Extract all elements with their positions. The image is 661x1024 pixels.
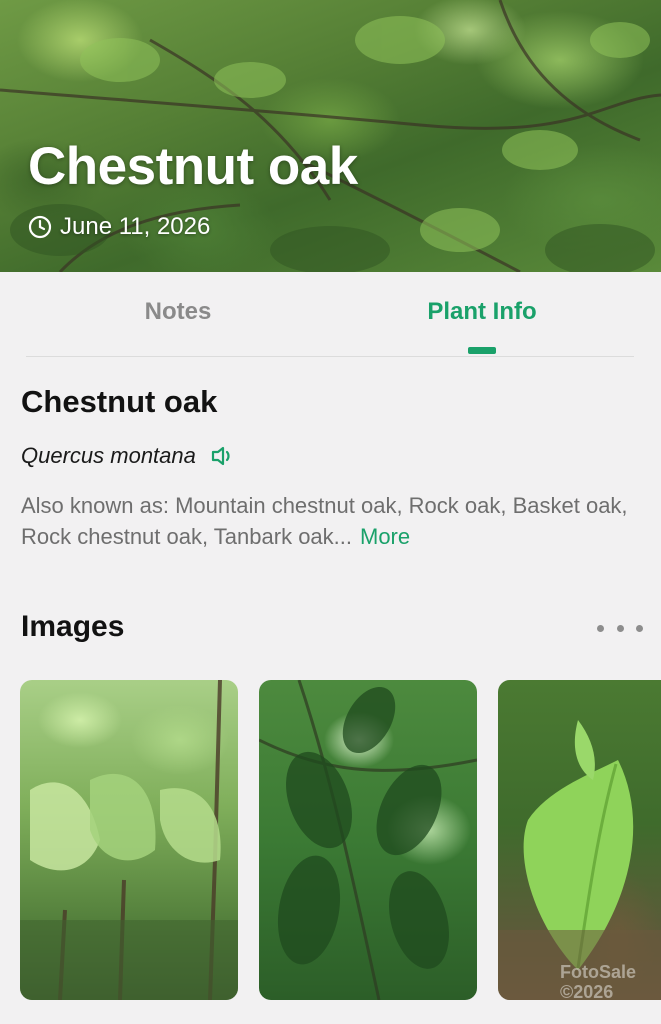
tab-plant-info[interactable]: Plant Info [386,294,578,330]
speaker-icon[interactable] [210,444,236,468]
plant-detail-card: Notes Plant Info Chestnut oak Quercus mo… [0,272,661,1024]
watermark-line-2: ©2026 [560,982,614,1002]
also-known-as-text: Also known as: Mountain chestnut oak, Ro… [21,493,628,549]
images-section-title: Images [21,610,125,643]
oak-leaf-closeup-photo [498,720,661,1000]
more-link[interactable]: More [360,524,410,549]
clock-icon [28,215,52,239]
hero-image: Chestnut oak June 11, 2026 [0,0,661,272]
active-tab-indicator [468,347,496,354]
oak-tree-forest-photo [20,680,238,1000]
scientific-name: Quercus montana [21,443,196,468]
plant-common-name: Chestnut oak [21,384,218,419]
scientific-name-row: Quercus montana [21,440,236,472]
watermark-line-1: FotoSale [560,962,637,982]
observation-date-text: June 11, 2026 [60,213,211,240]
watermark: FotoSale ©2026 [560,962,636,1002]
dot [636,624,643,632]
oak-branches-leaves-photo [259,680,477,1000]
image-thumbnail-3[interactable] [498,680,661,1000]
more-dots-icon[interactable] [597,616,643,640]
observation-date: June 11, 2026 [28,212,210,242]
image-thumbnail-2[interactable] [259,680,477,1000]
dot [597,624,604,632]
dot [616,624,624,632]
hero-title: Chestnut oak [28,137,358,196]
tab-notes[interactable]: Notes [96,294,260,330]
also-known-as: Also known as: Mountain chestnut oak, Ro… [21,490,631,552]
image-thumbnail-1[interactable] [20,680,238,1000]
tab-bar: Notes Plant Info [26,272,634,357]
